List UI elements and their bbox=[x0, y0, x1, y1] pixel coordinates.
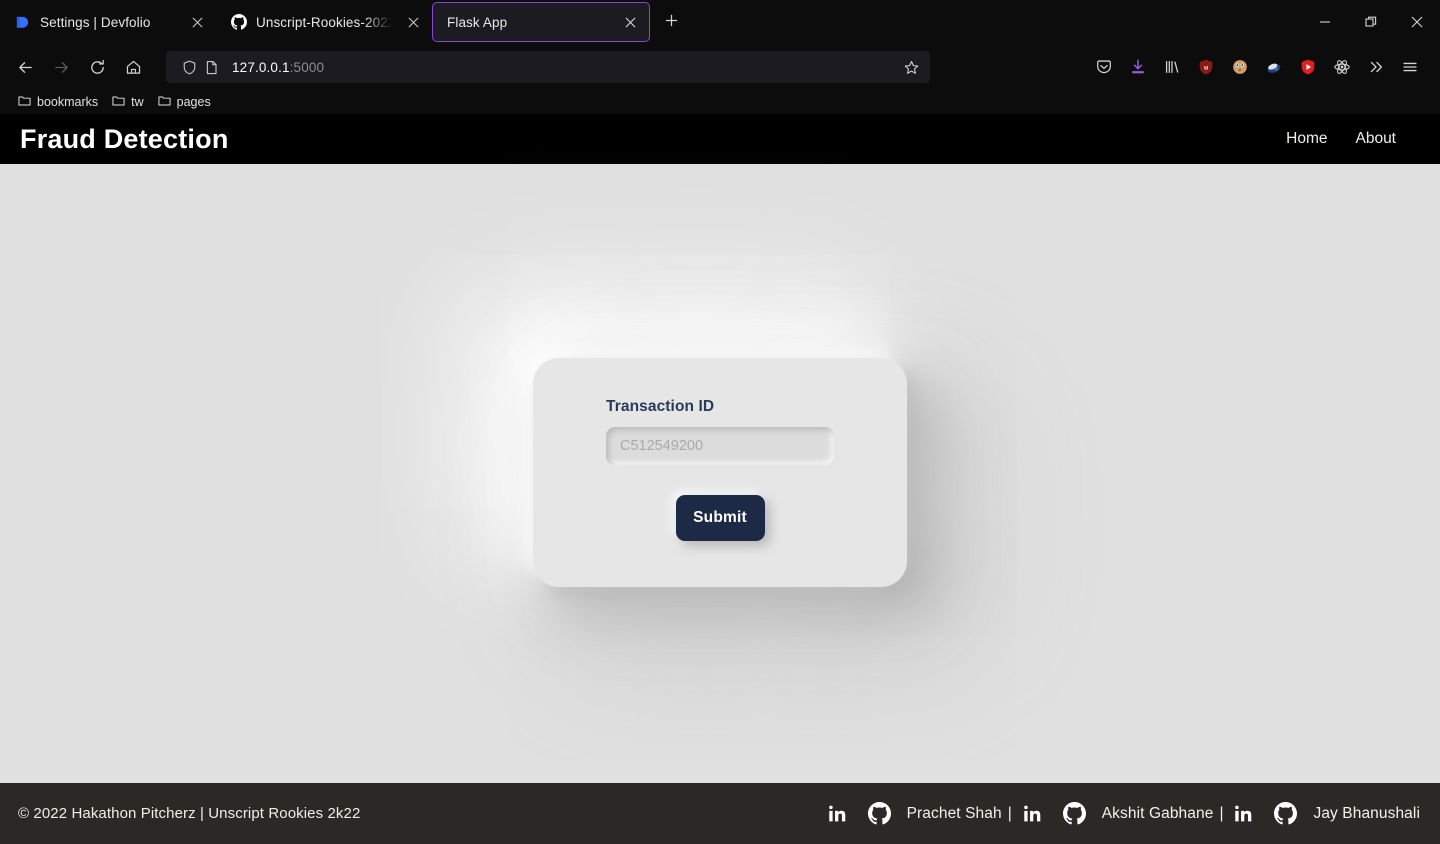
github-icon[interactable] bbox=[867, 802, 891, 825]
bookmark-folder-tw[interactable]: tw bbox=[112, 94, 144, 110]
main-stage: Transaction ID Submit bbox=[0, 164, 1440, 783]
site-footer: © 2022 Hakathon Pitcherz | Unscript Rook… bbox=[0, 783, 1440, 844]
neumorphic-glow: Transaction ID Submit bbox=[533, 357, 907, 587]
downloads-icon[interactable] bbox=[1122, 51, 1154, 83]
submit-button[interactable]: Submit bbox=[675, 494, 765, 541]
overflow-chevrons-icon[interactable] bbox=[1360, 51, 1392, 83]
restore-icon[interactable] bbox=[1348, 0, 1394, 44]
credit-name: Prachet Shah bbox=[906, 804, 1002, 822]
bookmark-label: tw bbox=[131, 95, 144, 109]
credit-prachet-shah: Prachet Shah | bbox=[827, 802, 1022, 825]
forward-arrow-icon[interactable] bbox=[44, 50, 78, 84]
bookmark-label: pages bbox=[176, 95, 211, 109]
extension-icons: u bbox=[1088, 51, 1432, 83]
cookie-icon[interactable] bbox=[1224, 51, 1256, 83]
youtube-icon[interactable] bbox=[1292, 51, 1324, 83]
nav-links: Home About bbox=[1286, 130, 1420, 148]
url-bar[interactable]: 127.0.0.1:5000 bbox=[166, 51, 930, 83]
browser-toolbar: 127.0.0.1:5000 u bbox=[0, 44, 1440, 90]
transaction-form-card: Transaction ID Submit bbox=[533, 357, 907, 587]
shield-icon[interactable] bbox=[178, 60, 200, 75]
credit-separator: | bbox=[1219, 804, 1224, 822]
credit-jay-bhanushali: Jay Bhanushali bbox=[1233, 802, 1420, 825]
github-icon[interactable] bbox=[1062, 802, 1086, 825]
page-icon[interactable] bbox=[200, 60, 222, 75]
tab-title: Settings | Devfolio bbox=[40, 14, 151, 30]
window-controls bbox=[1302, 0, 1440, 44]
bookmark-folder-bookmarks[interactable]: bookmarks bbox=[18, 94, 98, 110]
close-icon[interactable] bbox=[188, 13, 206, 31]
page-title: Fraud Detection bbox=[20, 123, 229, 154]
reload-icon[interactable] bbox=[80, 50, 114, 84]
credit-separator: | bbox=[1007, 804, 1012, 822]
browser-tab-github-flask-app[interactable]: Unscript-Rookies-2022/flask_app bbox=[216, 2, 432, 42]
close-icon[interactable] bbox=[1394, 0, 1440, 44]
transaction-id-label: Transaction ID bbox=[606, 397, 715, 415]
bookmark-label: bookmarks bbox=[37, 95, 99, 109]
dark-reader-icon[interactable] bbox=[1258, 51, 1290, 83]
hamburger-menu-icon[interactable] bbox=[1394, 51, 1426, 83]
transaction-id-input[interactable] bbox=[606, 426, 834, 465]
tabs-container: Settings | Devfolio Unscript-Rookies-202… bbox=[0, 0, 686, 44]
footer-credits: Prachet Shah | Akshit Gabhane | Jay Bhan… bbox=[827, 802, 1420, 825]
nav-link-home[interactable]: Home bbox=[1286, 130, 1327, 148]
bookmark-folder-pages[interactable]: pages bbox=[158, 94, 211, 110]
url-port: :5000 bbox=[289, 59, 325, 75]
nav-link-about[interactable]: About bbox=[1355, 130, 1396, 148]
tab-title: Unscript-Rookies-2022/flask_app bbox=[256, 14, 395, 30]
tab-title: Flask App bbox=[447, 14, 508, 30]
back-arrow-icon[interactable] bbox=[8, 50, 42, 84]
credit-name: Akshit Gabhane bbox=[1101, 804, 1214, 822]
folder-icon bbox=[18, 94, 31, 110]
star-icon[interactable] bbox=[900, 60, 922, 75]
bookmarks-bar: bookmarks tw pages bbox=[0, 90, 1440, 114]
url-text[interactable]: 127.0.0.1:5000 bbox=[222, 60, 900, 75]
footer-copyright: © 2022 Hakathon Pitcherz | Unscript Rook… bbox=[18, 805, 361, 822]
devfolio-icon bbox=[14, 14, 31, 31]
close-icon[interactable] bbox=[404, 13, 422, 31]
home-icon[interactable] bbox=[116, 50, 150, 84]
ublock-origin-icon[interactable]: u bbox=[1190, 51, 1222, 83]
credit-name: Jay Bhanushali bbox=[1313, 804, 1420, 822]
linkedin-icon[interactable] bbox=[827, 803, 848, 824]
svg-text:u: u bbox=[1204, 64, 1208, 71]
linkedin-icon[interactable] bbox=[1022, 803, 1043, 824]
credit-akshit-gabhane: Akshit Gabhane | bbox=[1022, 802, 1234, 825]
close-icon[interactable] bbox=[621, 13, 639, 31]
new-tab-button[interactable] bbox=[656, 5, 686, 35]
page-viewport: Fraud Detection Home About Transaction I… bbox=[0, 114, 1440, 844]
minimize-icon[interactable] bbox=[1302, 0, 1348, 44]
tab-strip: Settings | Devfolio Unscript-Rookies-202… bbox=[0, 0, 1440, 44]
github-icon[interactable] bbox=[1274, 802, 1298, 825]
linkedin-icon[interactable] bbox=[1233, 803, 1254, 824]
browser-tab-flask-app[interactable]: Flask App bbox=[432, 2, 650, 42]
browser-window: Settings | Devfolio Unscript-Rookies-202… bbox=[0, 0, 1440, 844]
folder-icon bbox=[112, 94, 125, 110]
url-host: 127.0.0.1 bbox=[232, 59, 290, 75]
site-navbar: Fraud Detection Home About bbox=[0, 114, 1440, 164]
library-icon[interactable] bbox=[1156, 51, 1188, 83]
pocket-icon[interactable] bbox=[1088, 51, 1120, 83]
react-devtools-icon[interactable] bbox=[1326, 51, 1358, 83]
github-icon bbox=[230, 14, 247, 31]
browser-tab-settings-devfolio[interactable]: Settings | Devfolio bbox=[0, 2, 216, 42]
folder-icon bbox=[158, 94, 171, 110]
